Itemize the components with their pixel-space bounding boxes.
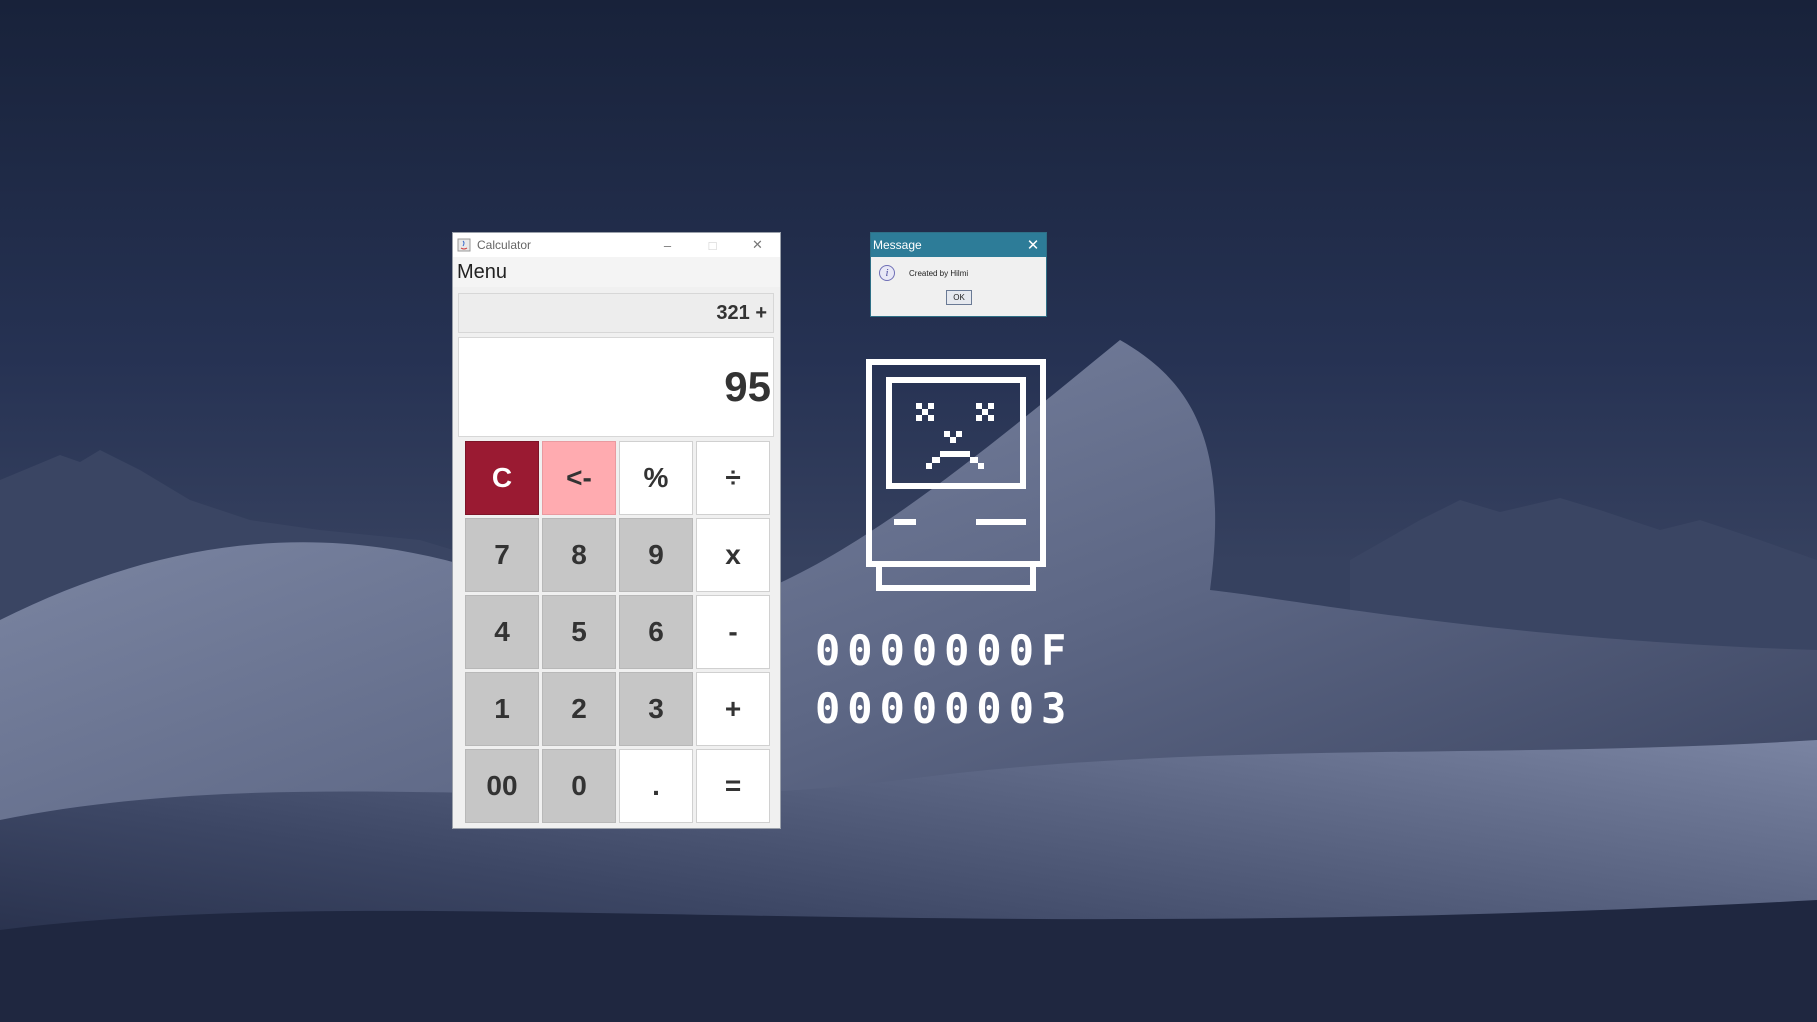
digit-7-button[interactable]: 7 (465, 518, 539, 592)
result-display: 95 (458, 337, 774, 437)
dialog-close-button[interactable]: ✕ (1020, 236, 1046, 254)
divide-button[interactable]: ÷ (696, 441, 770, 515)
window-title: Calculator (477, 238, 532, 252)
calculator-window: Calculator – □ ✕ Menu 321 + 95 C <- % ÷ … (452, 232, 781, 829)
close-button[interactable]: ✕ (735, 233, 780, 257)
calculator-titlebar[interactable]: Calculator – □ ✕ (453, 233, 780, 257)
digit-2-button[interactable]: 2 (542, 672, 616, 746)
error-codes: 0000000F 00000003 (815, 622, 1073, 738)
add-button[interactable]: + (696, 672, 770, 746)
menu-item-menu[interactable]: Menu (457, 261, 507, 284)
sad-mac-icon (866, 359, 1046, 596)
digit-3-button[interactable]: 3 (619, 672, 693, 746)
digit-4-button[interactable]: 4 (465, 595, 539, 669)
info-icon: i (879, 265, 895, 281)
error-code-line-2: 00000003 (815, 684, 1074, 733)
clear-button[interactable]: C (465, 441, 539, 515)
digit-0-button[interactable]: 0 (542, 749, 616, 823)
minimize-button[interactable]: – (645, 233, 690, 257)
dialog-body: i Created by Hilmi OK (871, 257, 1046, 316)
ok-button[interactable]: OK (946, 290, 972, 305)
dialog-title: Message (873, 238, 922, 252)
subtract-button[interactable]: - (696, 595, 770, 669)
dialog-message: Created by Hilmi (909, 269, 969, 278)
equals-button[interactable]: = (696, 749, 770, 823)
maximize-button[interactable]: □ (690, 233, 735, 257)
history-display: 321 + (458, 293, 774, 333)
digit-6-button[interactable]: 6 (619, 595, 693, 669)
dialog-titlebar[interactable]: Message ✕ (871, 233, 1046, 257)
digit-9-button[interactable]: 9 (619, 518, 693, 592)
error-code-line-1: 0000000F (815, 626, 1074, 675)
double-zero-button[interactable]: 00 (465, 749, 539, 823)
keypad: C <- % ÷ 7 8 9 x 4 5 6 - 1 2 3 + 00 0 . … (465, 441, 770, 823)
digit-1-button[interactable]: 1 (465, 672, 539, 746)
multiply-button[interactable]: x (696, 518, 770, 592)
decimal-button[interactable]: . (619, 749, 693, 823)
percent-button[interactable]: % (619, 441, 693, 515)
digit-5-button[interactable]: 5 (542, 595, 616, 669)
java-app-icon (457, 238, 471, 252)
menu-bar: Menu (453, 257, 780, 287)
message-dialog: Message ✕ i Created by Hilmi OK (870, 232, 1047, 317)
backspace-button[interactable]: <- (542, 441, 616, 515)
digit-8-button[interactable]: 8 (542, 518, 616, 592)
